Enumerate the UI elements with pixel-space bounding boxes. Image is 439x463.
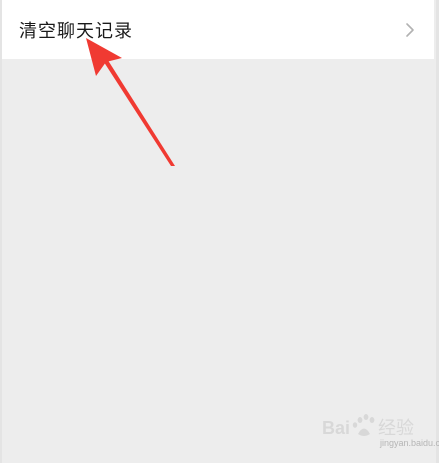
clear-chat-history-row[interactable]: 清空聊天记录 (2, 0, 434, 59)
chevron-right-icon (406, 22, 414, 37)
svg-text:经验: 经验 (378, 418, 414, 439)
svg-text:Bai: Bai (322, 418, 350, 438)
watermark-caption: jingyan.baidu.com (380, 438, 439, 448)
chat-settings-page: 清空聊天记录 Bai 经验 jingyan.baidu.com (0, 0, 439, 463)
left-edge (0, 0, 2, 463)
clear-chat-history-label: 清空聊天记录 (19, 20, 133, 42)
annotation-arrow (86, 38, 175, 166)
